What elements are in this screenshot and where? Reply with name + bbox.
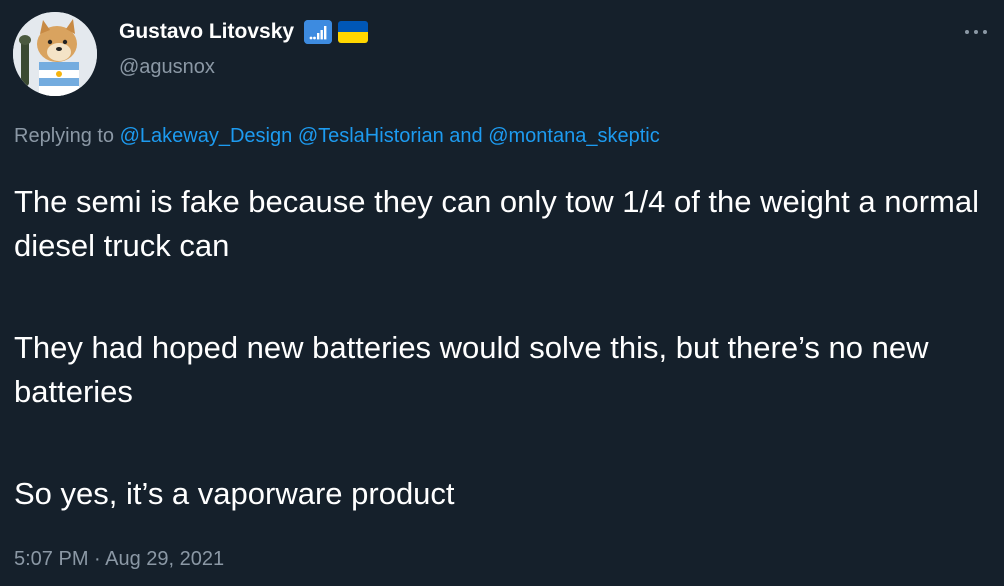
signal-bars-badge-icon: [304, 20, 333, 44]
more-options-button[interactable]: [961, 22, 991, 42]
avatar[interactable]: [13, 12, 97, 96]
replying-to-line: Replying to @Lakeway_Design @TeslaHistor…: [14, 125, 660, 148]
tweet-time[interactable]: 5:07 PM: [14, 548, 88, 570]
doge-avatar-icon: [13, 12, 97, 96]
mention-link-teslahistorian[interactable]: @TeslaHistorian: [298, 125, 444, 147]
more-dots-icon: [965, 30, 987, 34]
author-display-name[interactable]: Gustavo Litovsky: [119, 20, 294, 44]
tweet-card: Gustavo Litovsky @agusnox Replying to @L…: [0, 0, 1004, 586]
tweet-paragraph-2: They had hoped new batteries would solve…: [14, 330, 929, 409]
mention-link-montana-skeptic[interactable]: @montana_skeptic: [488, 125, 660, 147]
tweet-timestamp: 5:07 PM · Aug 29, 2021: [14, 548, 224, 571]
author-name-row: Gustavo Litovsky: [119, 17, 369, 47]
tweet-date[interactable]: Aug 29, 2021: [105, 548, 224, 570]
mention-link-lakeway-design[interactable]: @Lakeway_Design: [120, 125, 293, 147]
ukraine-flag-icon: [338, 21, 369, 43]
timestamp-separator: ·: [88, 548, 106, 570]
tweet-paragraph-3: So yes, it’s a vaporware product: [14, 476, 455, 511]
and-others-link[interactable]: and: [444, 125, 488, 147]
tweet-paragraph-1: The semi is fake because they can only t…: [14, 184, 979, 263]
tweet-text: The semi is fake because they can only t…: [14, 180, 989, 516]
author-handle[interactable]: @agusnox: [119, 56, 215, 79]
replying-to-label: Replying to: [14, 125, 120, 147]
